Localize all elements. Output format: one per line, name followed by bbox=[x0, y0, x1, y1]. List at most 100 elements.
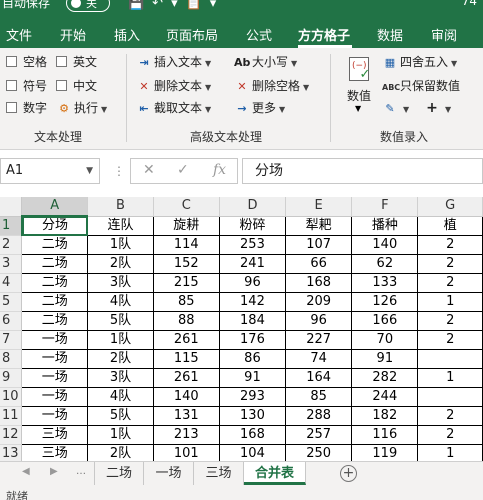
grid-cell[interactable]: 182 bbox=[351, 406, 419, 426]
grid-cell[interactable]: 241 bbox=[219, 254, 287, 274]
grid-cell[interactable]: 168 bbox=[285, 273, 353, 293]
quick-access-icons[interactable]: 💾↶▾📋▾ bbox=[128, 0, 224, 11]
grid-cell[interactable]: 3队 bbox=[87, 273, 154, 293]
tab-home[interactable]: 开始 bbox=[60, 25, 86, 44]
grid-cell[interactable]: 1队 bbox=[87, 235, 154, 255]
select-all-corner[interactable] bbox=[0, 197, 23, 217]
next-sheet-icon[interactable]: ▶ bbox=[50, 466, 58, 477]
grid-cell[interactable]: 140 bbox=[351, 235, 419, 255]
grid-cell[interactable]: 176 bbox=[219, 330, 287, 350]
tab-page-layout[interactable]: 页面布局 bbox=[166, 25, 218, 44]
more-sheets-icon[interactable]: … bbox=[76, 466, 86, 477]
grid-cell[interactable]: 115 bbox=[153, 349, 220, 369]
grid-cell[interactable]: 168 bbox=[219, 425, 287, 445]
row-header[interactable]: 13 bbox=[0, 444, 23, 461]
add-button[interactable]: + ▼ bbox=[424, 99, 451, 117]
grid-cell[interactable]: 5队 bbox=[87, 311, 154, 331]
grid-cell[interactable]: 152 bbox=[153, 254, 220, 274]
chinese-checkbox[interactable]: 中文 bbox=[56, 77, 97, 95]
grid-cell[interactable]: 播种 bbox=[351, 216, 419, 236]
grid-cell[interactable]: 91 bbox=[219, 368, 287, 388]
grid-cell[interactable]: 2 bbox=[417, 273, 483, 293]
grid-cell[interactable]: 215 bbox=[153, 273, 220, 293]
add-sheet-button[interactable]: + bbox=[340, 465, 357, 482]
tab-data[interactable]: 数据 bbox=[377, 25, 403, 44]
grid-cell[interactable]: 257 bbox=[285, 425, 353, 445]
grid-cell[interactable]: 2 bbox=[417, 425, 483, 445]
grid-cell[interactable]: 88 bbox=[153, 311, 220, 331]
confirm-icon[interactable]: ✓ bbox=[177, 162, 189, 178]
number-checkbox[interactable]: 数字 bbox=[6, 99, 47, 117]
grid-cell[interactable]: 一场 bbox=[21, 406, 89, 426]
grid-cell[interactable]: 一场 bbox=[21, 387, 89, 407]
grid-cell[interactable]: 253 bbox=[219, 235, 287, 255]
grid-cell[interactable] bbox=[417, 349, 483, 369]
column-header-a[interactable]: A bbox=[21, 197, 89, 217]
cancel-icon[interactable]: ✕ bbox=[143, 162, 155, 178]
insert-text-button[interactable]: ⇥ 插入文本 ▼ bbox=[136, 53, 211, 71]
grid-cell[interactable]: 植 bbox=[417, 216, 483, 236]
sheet-tab-yichang[interactable]: 一场 bbox=[144, 462, 194, 485]
column-header-b[interactable]: B bbox=[87, 197, 154, 217]
grid-cell[interactable]: 107 bbox=[285, 235, 353, 255]
row-header[interactable]: 1 bbox=[0, 216, 23, 236]
grid-cell[interactable]: 2 bbox=[417, 254, 483, 274]
keep-values-button[interactable]: ABC只保留数值 bbox=[382, 77, 460, 95]
row-header[interactable]: 10 bbox=[0, 387, 23, 407]
grid-cell[interactable]: 133 bbox=[351, 273, 419, 293]
grid-cell[interactable]: 3队 bbox=[87, 368, 154, 388]
column-header-c[interactable]: C bbox=[153, 197, 220, 217]
grid-cell[interactable]: 166 bbox=[351, 311, 419, 331]
more-vertical-icon[interactable]: ⋮ bbox=[113, 164, 125, 178]
grid-cell[interactable]: 1 bbox=[417, 292, 483, 312]
grid-cell[interactable]: 三场 bbox=[21, 444, 89, 461]
grid-cell[interactable]: 66 bbox=[285, 254, 353, 274]
grid-cell[interactable]: 209 bbox=[285, 292, 353, 312]
row-header[interactable]: 12 bbox=[0, 425, 23, 445]
grid-cell[interactable]: 261 bbox=[153, 368, 220, 388]
grid-cell[interactable]: 288 bbox=[285, 406, 353, 426]
row-header[interactable]: 9 bbox=[0, 368, 23, 388]
function-icon[interactable]: fx bbox=[213, 162, 226, 178]
row-header[interactable]: 6 bbox=[0, 311, 23, 331]
grid-cell[interactable]: 184 bbox=[219, 311, 287, 331]
grid-cell[interactable]: 二场 bbox=[21, 292, 89, 312]
prev-sheet-icon[interactable]: ◀ bbox=[22, 466, 30, 477]
grid-cell[interactable]: 119 bbox=[351, 444, 419, 461]
grid-cell[interactable]: 1 bbox=[417, 368, 483, 388]
row-header[interactable]: 2 bbox=[0, 235, 23, 255]
name-box[interactable]: A1 ▼ bbox=[0, 158, 100, 184]
grid-cell[interactable]: 连队 bbox=[87, 216, 154, 236]
sheet-tab-sanchang[interactable]: 三场 bbox=[194, 462, 244, 485]
grid-cell[interactable]: 2 bbox=[417, 311, 483, 331]
sheet-tab-merged[interactable]: 合并表 bbox=[244, 462, 306, 485]
grid-cell[interactable]: 114 bbox=[153, 235, 220, 255]
tab-fangfang[interactable]: 方方格子 bbox=[298, 25, 350, 44]
tab-file[interactable]: 文件 bbox=[6, 25, 32, 44]
column-header-d[interactable]: D bbox=[219, 197, 287, 217]
grid-cell[interactable]: 140 bbox=[153, 387, 220, 407]
grid-cell[interactable]: 250 bbox=[285, 444, 353, 461]
grid-cell[interactable]: 1队 bbox=[87, 330, 154, 350]
grid-cell[interactable]: 70 bbox=[351, 330, 419, 350]
grid-cell[interactable]: 101 bbox=[153, 444, 220, 461]
grid-cell[interactable]: 62 bbox=[351, 254, 419, 274]
grid-cell[interactable]: 126 bbox=[351, 292, 419, 312]
grid-cell[interactable]: 5队 bbox=[87, 406, 154, 426]
english-checkbox[interactable]: 英文 bbox=[56, 53, 97, 71]
row-header[interactable]: 3 bbox=[0, 254, 23, 274]
case-button[interactable]: Ab 大小写 ▼ bbox=[234, 53, 297, 71]
grid-cell[interactable]: 二场 bbox=[21, 254, 89, 274]
row-header[interactable]: 11 bbox=[0, 406, 23, 426]
grid-cell[interactable]: 二场 bbox=[21, 235, 89, 255]
grid-cell[interactable]: 2队 bbox=[87, 254, 154, 274]
grid-cell[interactable]: 一场 bbox=[21, 368, 89, 388]
grid-cell[interactable]: 293 bbox=[219, 387, 287, 407]
grid-cell[interactable]: 227 bbox=[285, 330, 353, 350]
delete-text-button[interactable]: ✕ 删除文本 ▼ bbox=[136, 77, 211, 95]
extract-text-button[interactable]: ⇤ 截取文本 ▼ bbox=[136, 99, 211, 117]
column-header-g[interactable]: G bbox=[417, 197, 483, 217]
grid-cell[interactable]: 86 bbox=[219, 349, 287, 369]
grid-cell[interactable]: 213 bbox=[153, 425, 220, 445]
grid-cell[interactable]: 116 bbox=[351, 425, 419, 445]
